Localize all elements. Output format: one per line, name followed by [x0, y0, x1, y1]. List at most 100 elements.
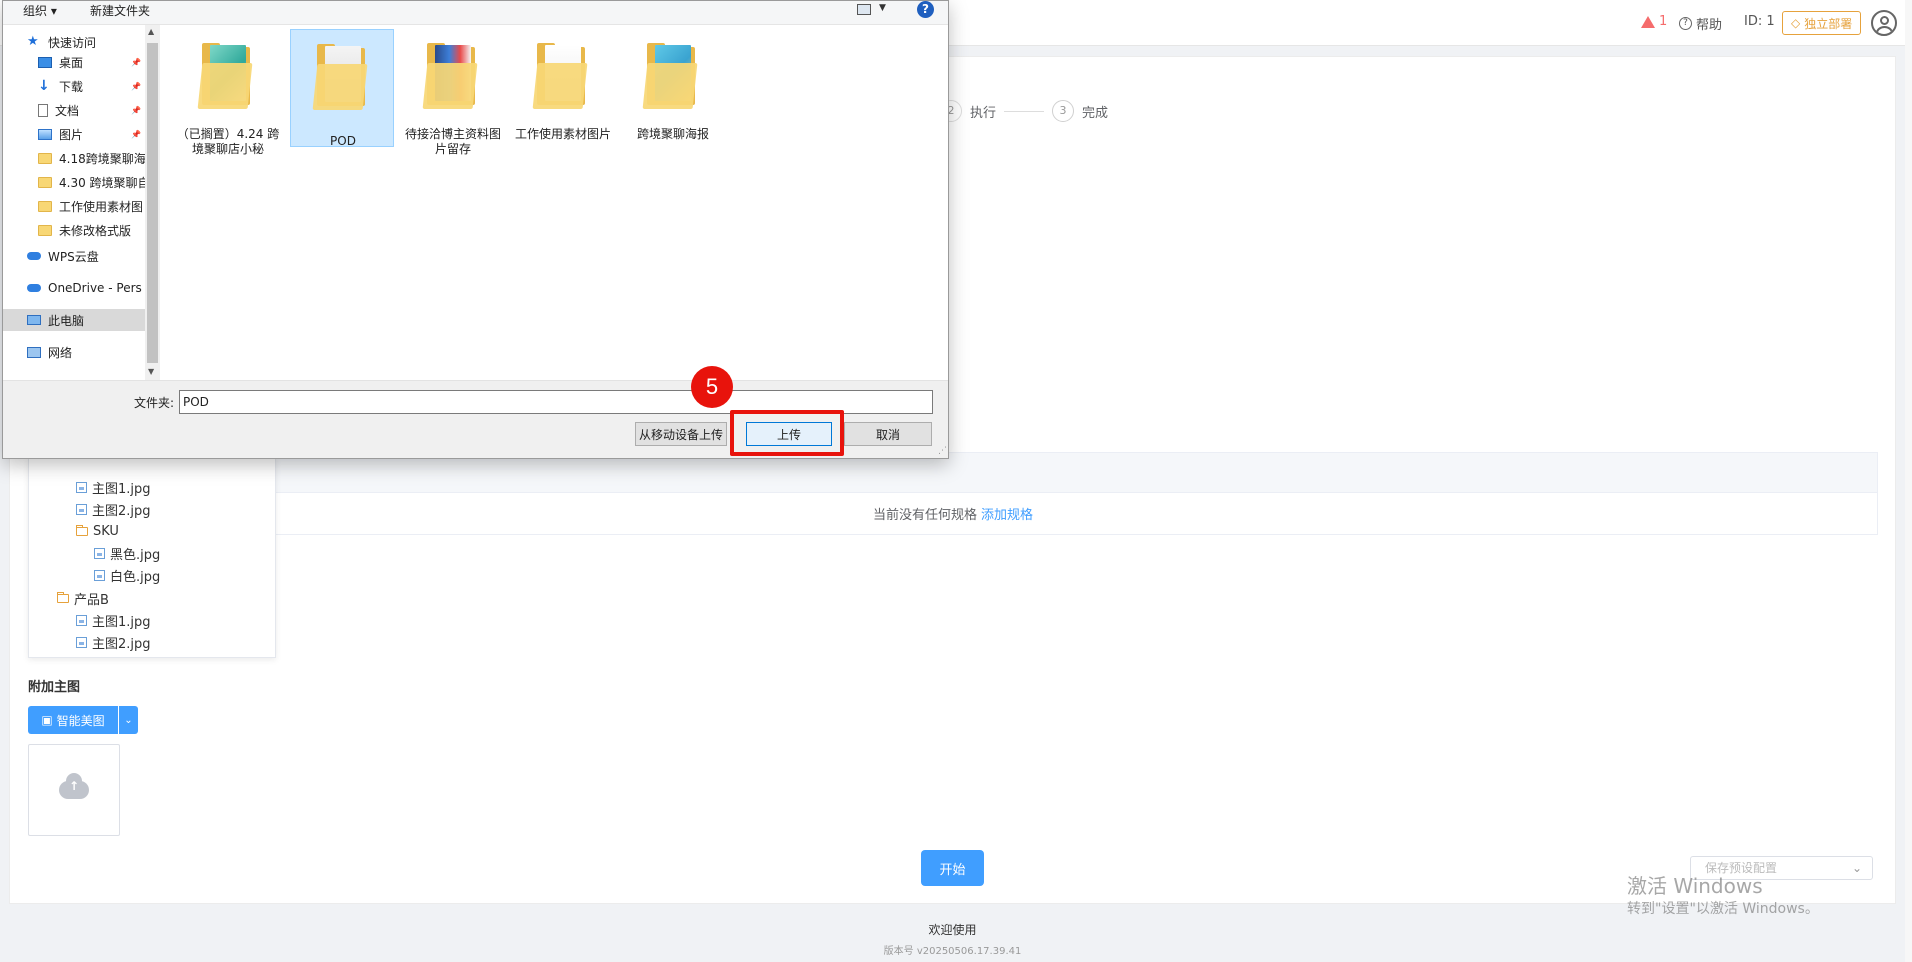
nav-item-label: 下载: [59, 79, 84, 94]
nav-item-label: 工作使用素材图: [59, 199, 144, 214]
view-mode-chevron-icon[interactable]: ▼: [879, 3, 886, 13]
image-file-icon: [76, 614, 87, 626]
organize-menu[interactable]: 组织 ▾: [23, 2, 57, 19]
nav-item-label: 图片: [59, 127, 84, 142]
steps-indicator: 2 执行 3 完成: [940, 100, 1108, 122]
warning-indicator[interactable]: 1: [1641, 14, 1667, 29]
tree-node[interactable]: 主图2.jpg: [76, 499, 151, 519]
nav-item-label: OneDrive - Pers: [48, 281, 142, 295]
tree-node[interactable]: 黑色.jpg: [94, 544, 160, 564]
spec-table-empty: 当前没有任何规格 添加规格: [28, 493, 1878, 535]
help-link[interactable]: ? 帮助: [1679, 14, 1722, 33]
resize-grip-icon[interactable]: ⋰: [938, 446, 947, 456]
avatar-body-icon: [1876, 26, 1893, 34]
nav-item-label: 4.18跨境聚聊海: [59, 151, 145, 166]
star-icon: ★: [27, 34, 39, 49]
nav-item[interactable]: OneDrive - Pers: [3, 277, 145, 299]
nav-item[interactable]: WPS云盘: [3, 245, 145, 267]
scroll-thumb[interactable]: [147, 43, 158, 363]
image-file-icon: [76, 503, 87, 515]
new-folder-button[interactable]: 新建文件夹: [90, 2, 150, 19]
page-scrollbar[interactable]: [1905, 0, 1912, 962]
chevron-down-icon: ⌄: [1851, 861, 1862, 875]
pin-icon: 📌: [131, 129, 141, 139]
tree-node[interactable]: 主图2.jpg: [76, 632, 151, 652]
scroll-down-icon[interactable]: ▼: [148, 367, 154, 376]
nav-item[interactable]: 工作使用素材图: [3, 195, 145, 217]
view-mode-icon[interactable]: [857, 4, 871, 15]
nav-item-label: 未修改格式版: [59, 223, 132, 238]
nav-item[interactable]: 4.18跨境聚聊海: [3, 147, 145, 169]
tree-node-label: 主图1.jpg: [92, 614, 151, 630]
footer-version: 版本号 v20250506.17.39.41: [883, 946, 1022, 957]
nav-item-label: 桌面: [59, 55, 84, 70]
nav-item[interactable]: 桌面 📌: [3, 51, 145, 73]
nav-item[interactable]: 未修改格式版: [3, 219, 145, 241]
nav-item[interactable]: 图片 📌: [3, 123, 145, 145]
avatar[interactable]: [1871, 10, 1897, 36]
tree-node-label: 白色.jpg: [110, 570, 161, 586]
navigation-pane: ★ 快速访问 桌面 📌 ↓ 下载 📌 文档 📌 图片 📌 4.18跨境聚聊海 4.30 跨境聚聊自 工作使…: [3, 25, 160, 380]
nav-item[interactable]: 文档 📌: [3, 99, 145, 121]
dialog-help-icon[interactable]: ?: [917, 1, 934, 18]
nav-item[interactable]: 4.30 跨境聚聊自: [3, 171, 145, 193]
folder-icon: [38, 200, 52, 212]
add-spec-link[interactable]: 添加规格: [981, 504, 1033, 523]
computer-icon: [27, 315, 41, 325]
folder-label: 跨境聚聊海报: [636, 127, 709, 141]
folder-tile[interactable]: 待接洽博主资料图片留存: [401, 29, 505, 156]
cloud-upload-icon: [59, 773, 89, 799]
nav-item[interactable]: ★ 快速访问: [3, 31, 145, 53]
folder-icon: [38, 152, 52, 164]
chevron-down-icon: ⌄: [124, 714, 133, 726]
tree-node[interactable]: 白色.jpg: [94, 566, 160, 586]
image-file-icon: [76, 481, 87, 493]
smart-beautify-dropdown[interactable]: ⌄: [119, 706, 138, 734]
cancel-button[interactable]: 取消: [844, 422, 932, 446]
nav-item[interactable]: 此电脑: [3, 309, 145, 331]
tree-node[interactable]: 主图1.jpg: [76, 477, 151, 497]
folder-tile[interactable]: 工作使用素材图片: [511, 29, 615, 147]
tree-node-label: 产品B: [74, 592, 109, 608]
folder-icon: [312, 42, 371, 112]
file-tree: 主图1.jpg 主图2.jpg SKU 黑色.jpg 白色.jpg 产品B 主图1.jpg 主…: [28, 456, 276, 658]
image-icon: ▣: [41, 713, 53, 727]
extra-image-title: 附加主图: [28, 680, 81, 695]
folder-tile[interactable]: 跨境聚聊海报: [621, 29, 725, 147]
tree-node-label: 主图2.jpg: [92, 503, 151, 519]
navigation-scrollbar[interactable]: ▲ ▼: [145, 25, 160, 380]
image-upload-box[interactable]: [28, 744, 120, 836]
start-button[interactable]: 开始: [921, 850, 984, 886]
onedrive-icon: [27, 284, 41, 292]
image-file-icon: [94, 570, 105, 582]
folder-icon: [532, 41, 591, 111]
avatar-head-icon: [1880, 16, 1889, 25]
scroll-up-icon[interactable]: ▲: [148, 27, 154, 36]
folder-tile[interactable]: POD: [290, 29, 394, 148]
deploy-button[interactable]: ◇ 独立部署: [1782, 11, 1862, 35]
mobile-upload-button[interactable]: 从移动设备上传: [635, 422, 727, 446]
tree-node[interactable]: 产品B: [57, 588, 109, 608]
nav-item-label: 网络: [48, 345, 73, 360]
tree-node[interactable]: SKU: [76, 521, 119, 541]
step-connector: [1004, 110, 1045, 112]
folder-tile[interactable]: （已搁置）4.24 跨境聚聊店小秘: [176, 29, 280, 156]
step-2-label: 执行: [970, 105, 997, 121]
folder-icon: [422, 41, 481, 111]
smart-beautify-label: 智能美图: [56, 713, 105, 728]
deploy-label: 独立部署: [1804, 16, 1853, 31]
nav-item-label: WPS云盘: [48, 249, 99, 264]
image-file-icon: [94, 548, 105, 560]
nav-item[interactable]: ↓ 下载 📌: [3, 75, 145, 97]
warning-count: 1: [1659, 14, 1668, 29]
upload-highlight-box: [730, 410, 844, 456]
help-label: 帮助: [1696, 18, 1723, 33]
tree-node-label: SKU: [93, 523, 119, 539]
nav-item[interactable]: 网络: [3, 341, 145, 363]
folder-view: （已搁置）4.24 跨境聚聊店小秘 POD 待接洽博主资料图片留存 工作使用素材图片 跨…: [161, 25, 948, 380]
smart-beautify-button[interactable]: ▣ 智能美图: [28, 706, 118, 734]
pin-icon: 📌: [131, 81, 141, 91]
folder-field-label: 文件夹:: [134, 396, 175, 410]
tree-node[interactable]: 主图1.jpg: [76, 610, 151, 630]
folder-icon: [197, 41, 256, 111]
